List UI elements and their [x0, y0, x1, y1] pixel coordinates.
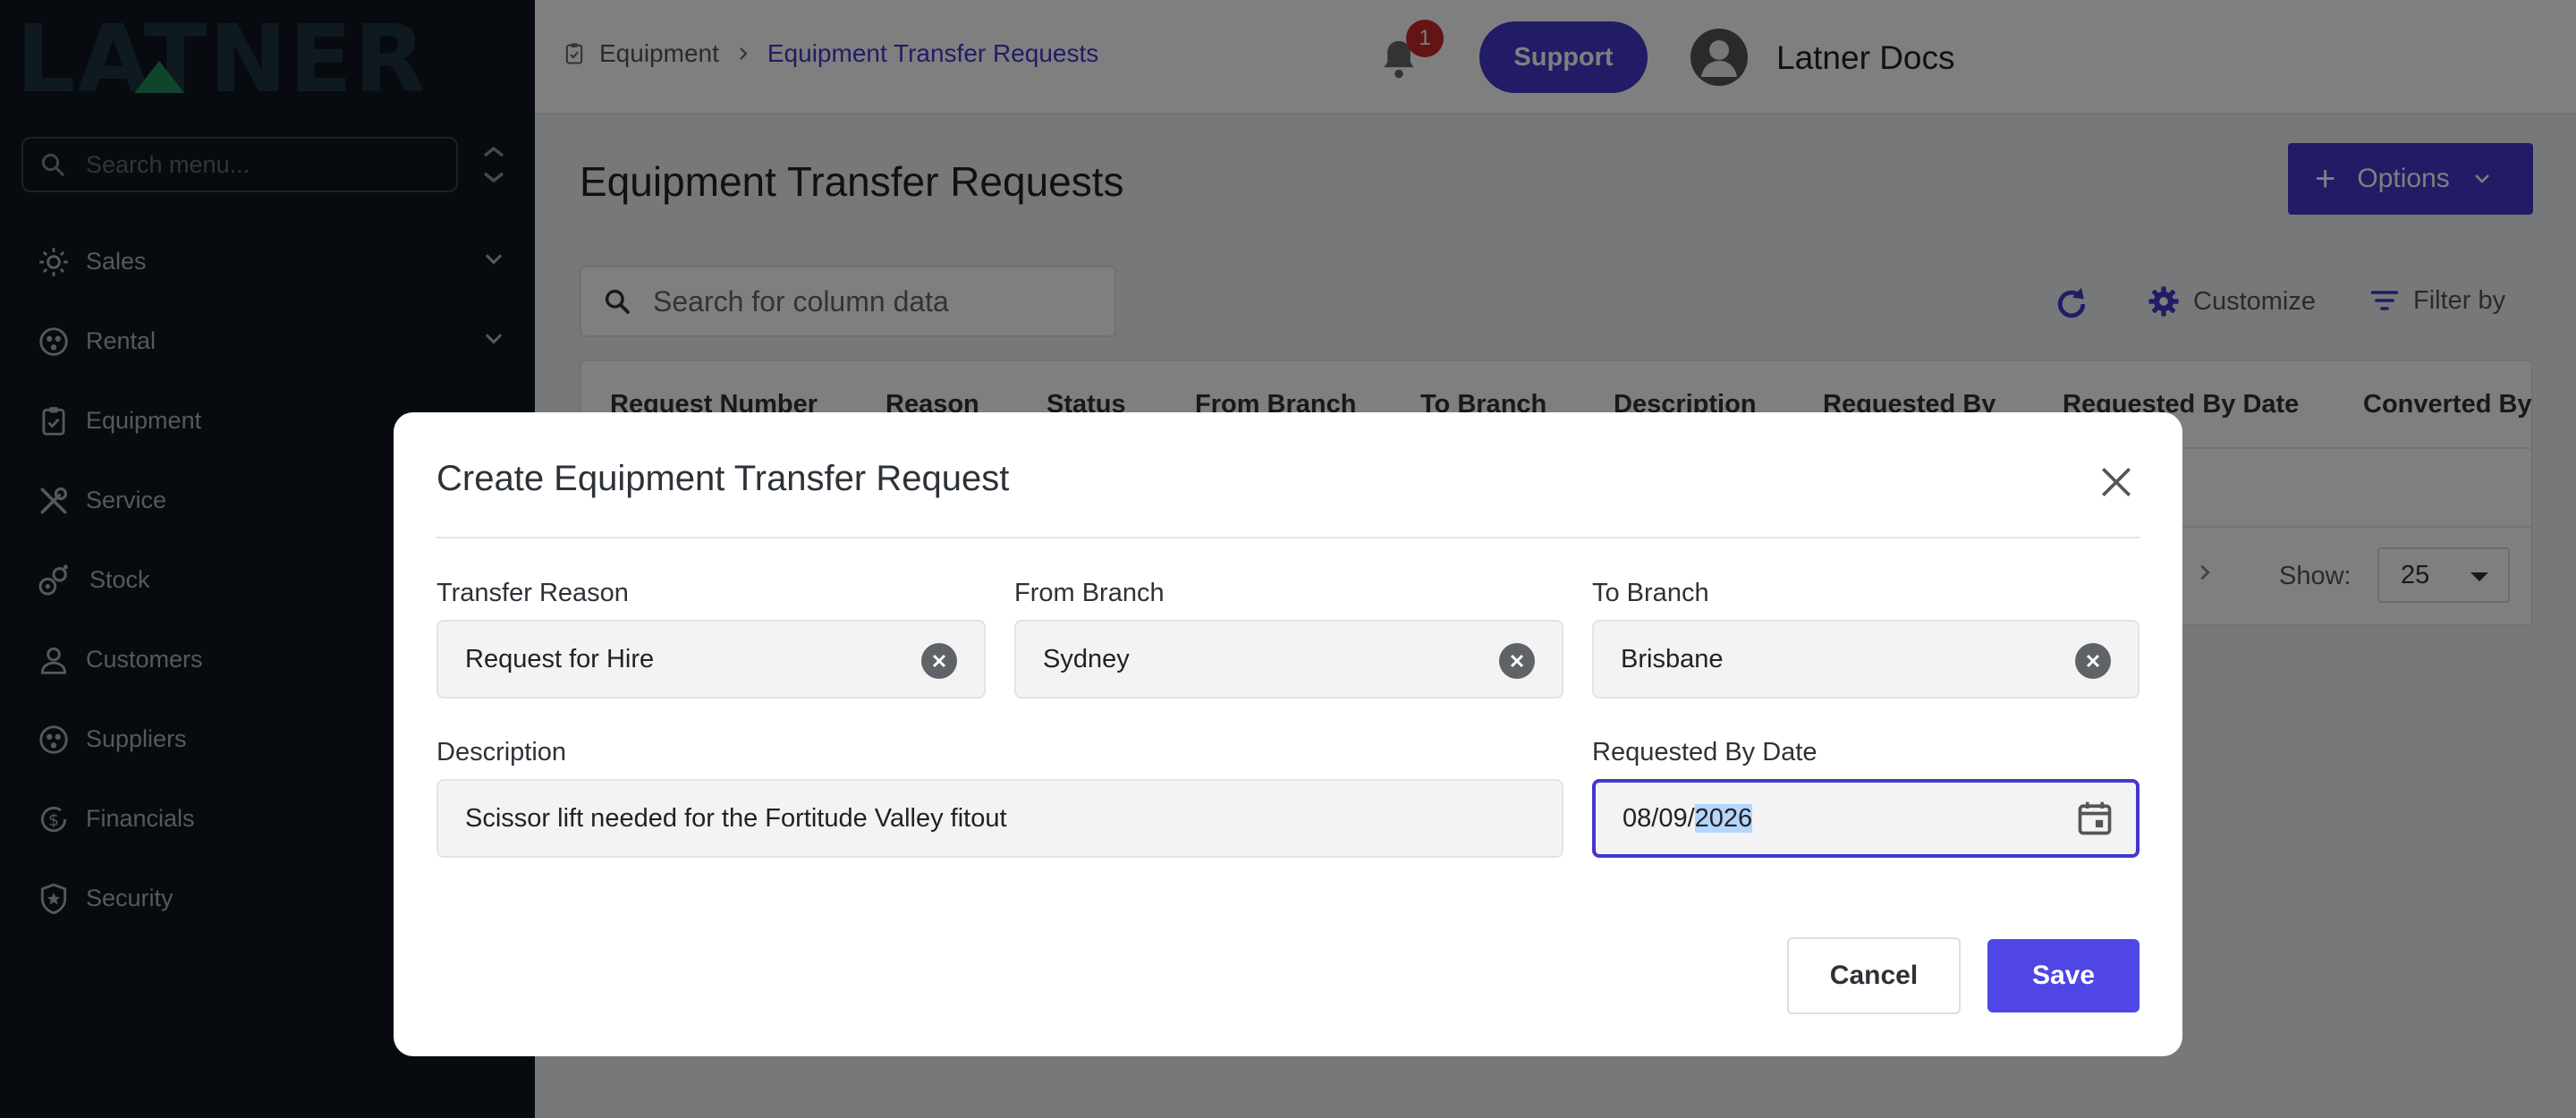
from-branch-value: Sydney — [1043, 644, 1130, 673]
modal-title: Create Equipment Transfer Request — [436, 459, 1010, 498]
to-branch-value: Brisbane — [1621, 644, 1724, 673]
clear-icon — [1510, 654, 1524, 668]
date-year-selected: 2026 — [1694, 803, 1753, 833]
description-field[interactable]: Scissor lift needed for the Fortitude Va… — [436, 779, 1563, 858]
clear-transfer-reason-button[interactable] — [921, 643, 957, 679]
date-value: 08/09/2026 — [1623, 803, 1753, 834]
description-value: Scissor lift needed for the Fortitude Va… — [465, 803, 1007, 833]
transfer-reason-label: Transfer Reason — [436, 579, 629, 607]
to-branch-label: To Branch — [1592, 579, 1709, 607]
cancel-button[interactable]: Cancel — [1787, 937, 1961, 1014]
transfer-reason-select[interactable]: Request for Hire — [436, 620, 986, 699]
clear-icon — [932, 654, 946, 668]
from-branch-select[interactable]: Sydney — [1014, 620, 1563, 699]
save-button[interactable]: Save — [1987, 939, 2140, 1012]
clear-from-branch-button[interactable] — [1499, 643, 1535, 679]
close-button[interactable] — [2097, 462, 2136, 502]
clear-to-branch-button[interactable] — [2075, 643, 2111, 679]
close-icon — [2102, 468, 2131, 496]
description-label: Description — [436, 738, 567, 767]
calendar-icon — [2078, 801, 2112, 835]
from-branch-label: From Branch — [1014, 579, 1165, 607]
calendar-button[interactable] — [2075, 799, 2114, 845]
divider — [436, 537, 2140, 538]
create-transfer-request-modal: Create Equipment Transfer Request Transf… — [394, 412, 2182, 1056]
requested-by-date-field[interactable]: 08/09/2026 — [1592, 779, 2140, 858]
transfer-reason-value: Request for Hire — [465, 644, 655, 673]
requested-by-date-label: Requested By Date — [1592, 738, 1818, 767]
clear-icon — [2086, 654, 2100, 668]
date-month-day: 08/09/ — [1623, 803, 1695, 833]
to-branch-select[interactable]: Brisbane — [1592, 620, 2140, 699]
